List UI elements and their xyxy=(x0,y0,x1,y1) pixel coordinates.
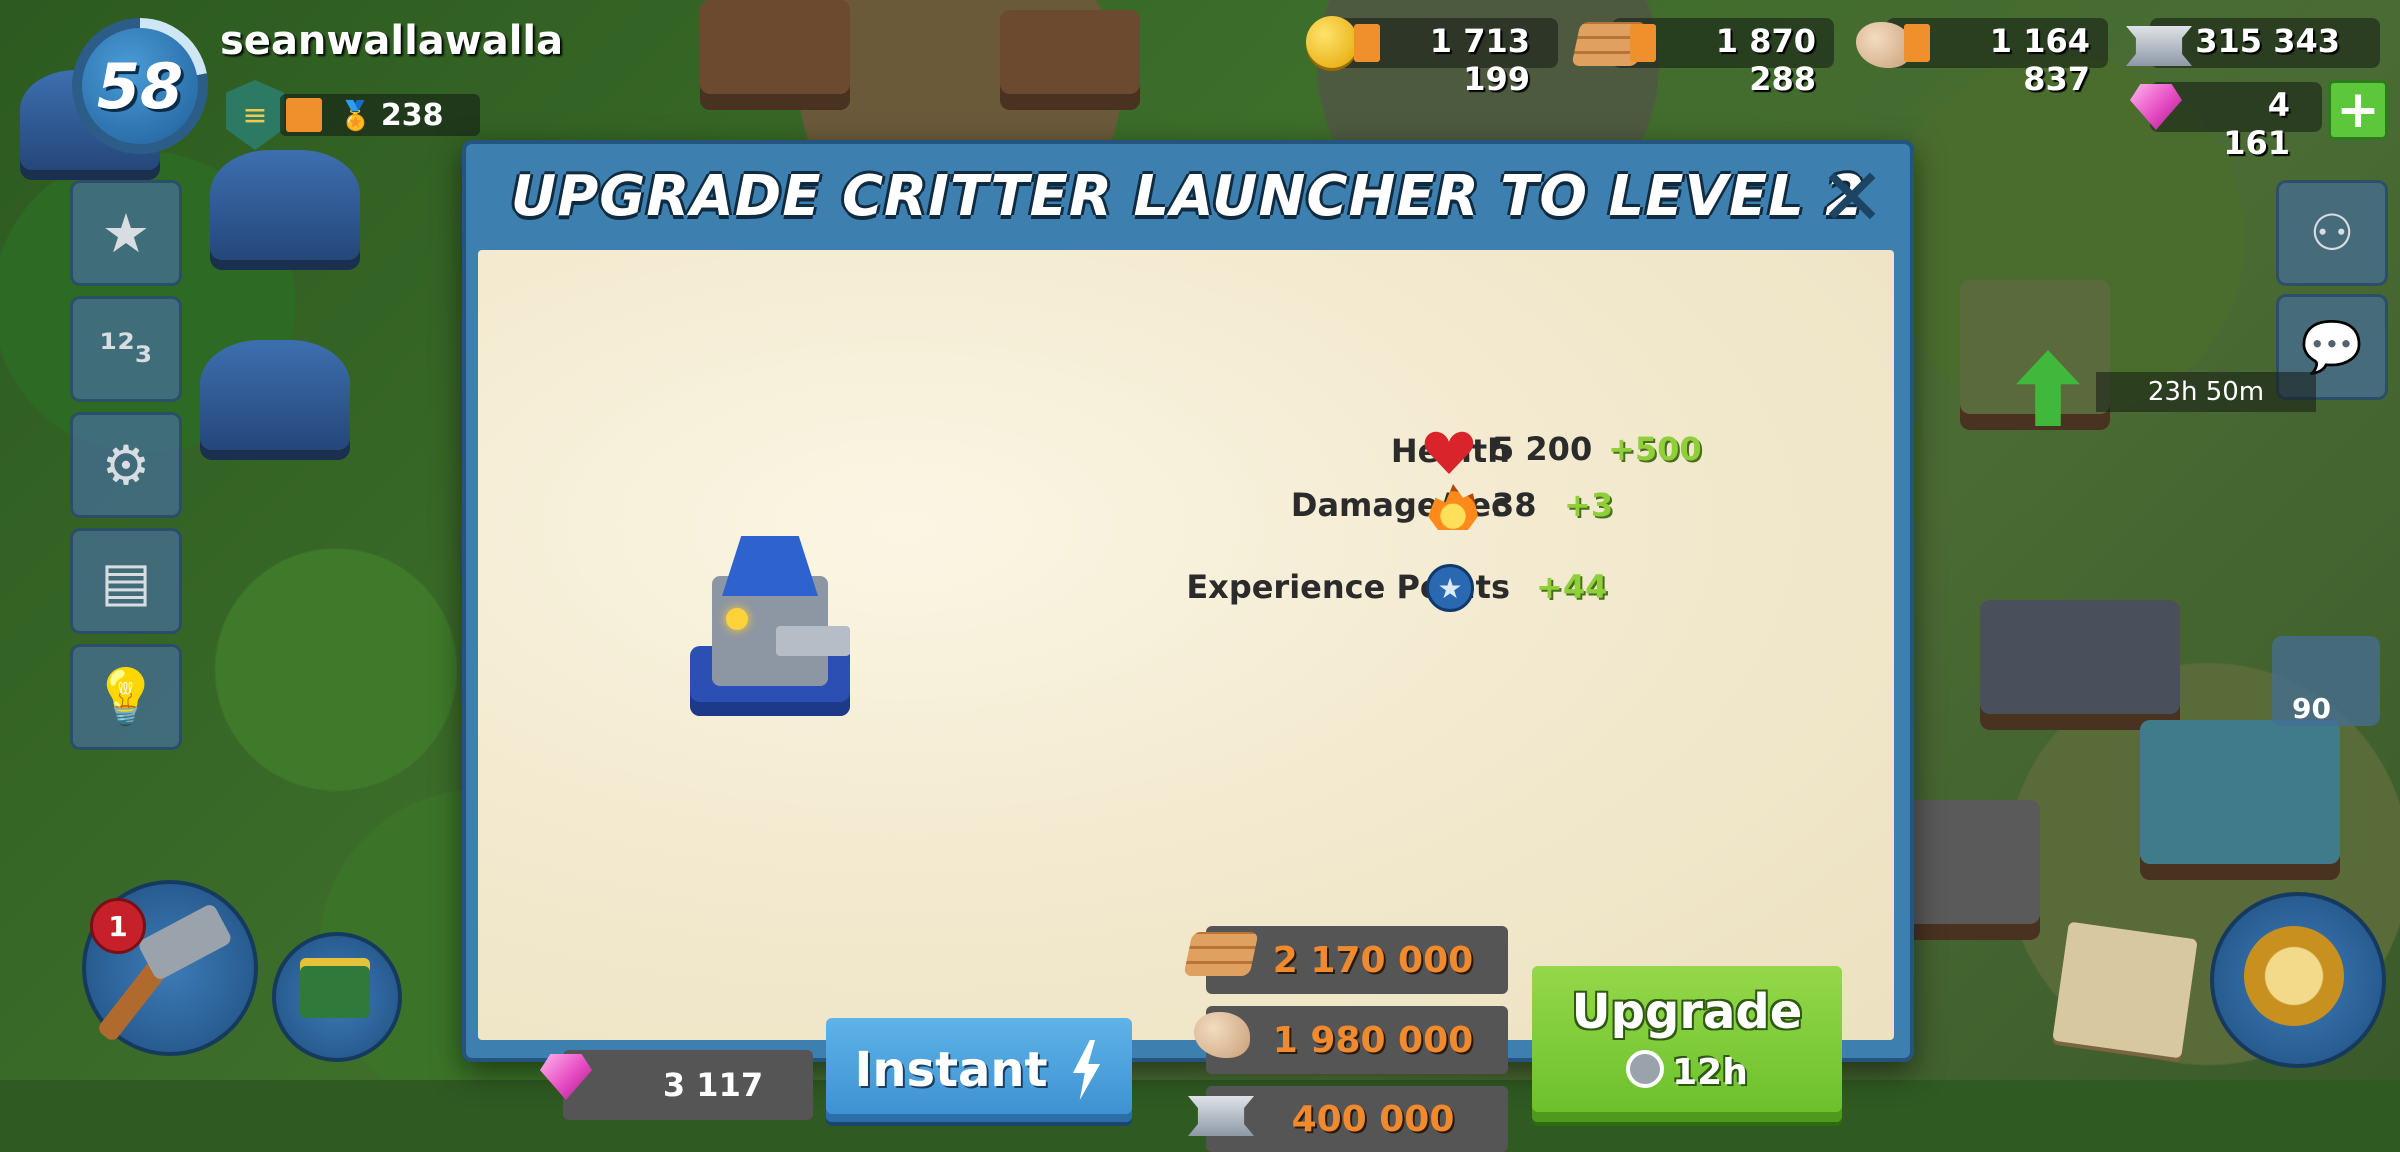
gold-value: 1 713 199 xyxy=(1429,22,1530,98)
close-icon[interactable]: ✕ xyxy=(1818,158,1886,238)
stat-xp-increase: +44 xyxy=(1536,568,1608,606)
rank-progress xyxy=(286,98,322,132)
cost-stone-value: 1 980 000 xyxy=(1272,1019,1474,1061)
player-level: 58 xyxy=(82,28,198,144)
iron-value: 315 343 xyxy=(2195,22,2340,60)
critter-launcher-image xyxy=(690,536,850,736)
upgrade-time-value: 12h xyxy=(1672,1052,1748,1093)
player-name: seanwallawalla xyxy=(220,18,564,64)
build-timer: 23h 50m xyxy=(2096,372,2316,412)
chat-icon: 💬 xyxy=(2300,317,2364,376)
hut xyxy=(200,340,350,450)
upgrade-button[interactable]: Upgrade 12h xyxy=(1532,966,1842,1122)
newspaper-icon: ▤ xyxy=(100,549,152,613)
gem-shop-button[interactable]: 90 xyxy=(2272,636,2380,726)
launcher-barrel xyxy=(776,626,850,656)
builder-count-badge: 1 xyxy=(90,898,146,954)
stat-damage-increase: +3 xyxy=(1564,486,1614,524)
news-button[interactable]: ▤ xyxy=(70,528,182,634)
task-force-button[interactable]: ⚇ xyxy=(2276,180,2388,286)
stopwatch-icon xyxy=(1626,1050,1665,1088)
gear-icon: ⚙ xyxy=(101,433,151,497)
building xyxy=(1980,600,2180,730)
cost-wood-value: 2 170 000 xyxy=(1272,939,1474,981)
upgrade-dialog: UPGRADE CRITTER LAUNCHER TO LEVEL 2 ✕ He… xyxy=(462,140,1914,1152)
building xyxy=(1900,800,2040,940)
player-level-badge[interactable]: 58 xyxy=(72,18,208,154)
cost-iron-value: 400 000 xyxy=(1291,1098,1455,1140)
hint-button[interactable]: 💡 xyxy=(70,644,182,750)
dialog-title: UPGRADE CRITTER LAUNCHER TO LEVEL 2 xyxy=(510,164,1866,229)
compass-button[interactable] xyxy=(2210,892,2386,1068)
task-force-icon: ⚇ xyxy=(2309,204,2355,262)
gems-value: 4 161 xyxy=(2223,86,2290,162)
leaderboard-icon: ¹²₃ xyxy=(99,326,153,372)
dialog-body: Health 5 200 +500 Damage/sec 38 +3 Exper… xyxy=(478,250,1894,1152)
upgrade-label: Upgrade xyxy=(1571,984,1803,1040)
chest-button[interactable] xyxy=(272,932,402,1062)
instant-label: Instant xyxy=(854,1042,1048,1098)
stars-icon: ★ xyxy=(101,201,151,265)
stat-health-increase: +500 xyxy=(1608,430,1702,468)
stone-capacity xyxy=(1904,24,1930,62)
gem-cost-value: 3 117 xyxy=(662,1066,764,1104)
buy-gems-button[interactable]: + xyxy=(2328,80,2388,140)
stat-health-label: Health xyxy=(1278,432,1510,470)
map-button[interactable] xyxy=(2052,921,2198,1059)
launcher-roof xyxy=(722,536,818,596)
wood-value: 1 870 288 xyxy=(1715,22,1816,98)
stars-button[interactable]: ★ xyxy=(70,180,182,286)
xp-star-icon: ★ xyxy=(1426,564,1474,612)
tower xyxy=(1000,10,1140,110)
stone-value: 1 164 837 xyxy=(1989,22,2090,98)
tower xyxy=(700,0,850,110)
settings-button[interactable]: ⚙ xyxy=(70,412,182,518)
instant-button[interactable]: Instant xyxy=(826,1018,1132,1122)
stat-damage-value: 38 xyxy=(1492,486,1537,524)
tank xyxy=(1960,280,2110,430)
lightning-icon xyxy=(1072,1040,1101,1100)
lightbulb-icon: 💡 xyxy=(92,665,160,728)
wood-capacity xyxy=(1630,24,1656,62)
gold-capacity xyxy=(1354,24,1380,62)
building xyxy=(2140,720,2340,880)
upgrade-time: 12h xyxy=(1532,1050,1842,1093)
hut xyxy=(210,150,360,260)
launcher-light xyxy=(726,608,748,630)
leaderboard-button[interactable]: ¹²₃ xyxy=(70,296,182,402)
medal-value: 238 xyxy=(380,98,444,133)
medal-count: 🏅 238 xyxy=(338,98,444,133)
stat-health-value: 5 200 xyxy=(1492,430,1593,468)
gem-shop-count: 90 xyxy=(2292,692,2331,725)
hammer-head xyxy=(136,902,234,982)
medal-icon: 🏅 xyxy=(338,99,373,132)
gold-icon xyxy=(1306,16,1358,68)
